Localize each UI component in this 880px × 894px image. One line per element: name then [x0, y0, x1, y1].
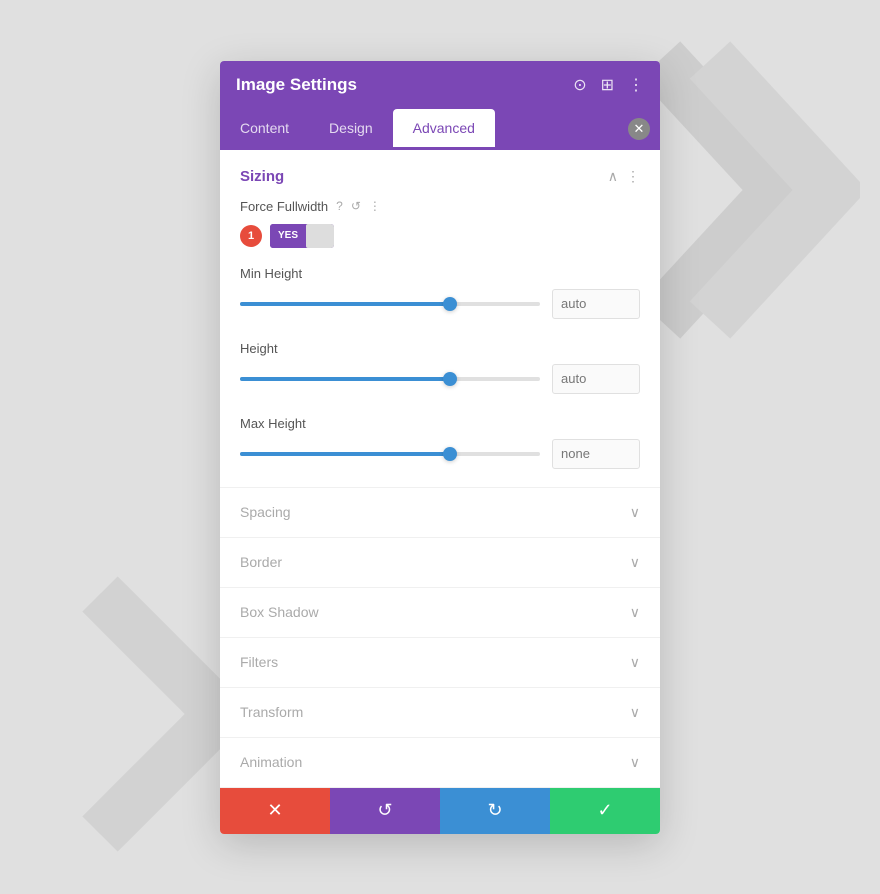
height-label: Height [240, 341, 640, 356]
sizing-header-icons: ∧ ⋮ [608, 168, 640, 185]
cancel-icon: ✕ [267, 800, 282, 821]
height-slider-row: auto [240, 364, 640, 394]
toggle-yes-label: YES [270, 224, 306, 248]
min-height-slider-wrap[interactable] [240, 302, 540, 306]
tab-close-button[interactable]: ✕ [628, 109, 660, 150]
sizing-title: Sizing [240, 168, 284, 185]
height-track [240, 377, 540, 381]
force-fullwidth-label-row: Force Fullwidth ? ↺ ⋮ [240, 199, 640, 214]
force-fullwidth-label: Force Fullwidth [240, 199, 328, 214]
save-button[interactable]: ✓ [550, 788, 660, 834]
min-height-thumb[interactable] [443, 297, 457, 311]
border-chevron-icon: ∨ [630, 554, 640, 571]
field-more-icon[interactable]: ⋮ [369, 199, 381, 213]
layout-icon[interactable]: ⊞ [601, 75, 614, 95]
animation-chevron-icon: ∨ [630, 754, 640, 771]
height-field: Height auto [240, 341, 640, 394]
border-section[interactable]: Border ∨ [220, 538, 660, 588]
modal-title: Image Settings [236, 75, 357, 95]
undo-icon: ↺ [377, 800, 392, 821]
max-height-field: Max Height none [240, 416, 640, 469]
max-height-value[interactable]: none [552, 439, 640, 469]
force-fullwidth-toggle-row: 1 YES [240, 224, 640, 248]
spacing-label: Spacing [240, 504, 291, 520]
step-badge: 1 [240, 225, 262, 247]
transform-chevron-icon: ∨ [630, 704, 640, 721]
reset-icon[interactable]: ↺ [351, 199, 361, 213]
toggle-no-area [306, 224, 334, 248]
tab-advanced[interactable]: Advanced [393, 109, 495, 150]
tab-design[interactable]: Design [309, 109, 393, 150]
image-settings-modal: Image Settings ⊙ ⊞ ⋮ Content Design Adva… [220, 61, 660, 834]
max-height-thumb[interactable] [443, 447, 457, 461]
cancel-button[interactable]: ✕ [220, 788, 330, 834]
spacing-section[interactable]: Spacing ∨ [220, 488, 660, 538]
height-slider-wrap[interactable] [240, 377, 540, 381]
header-icons: ⊙ ⊞ ⋮ [573, 75, 644, 95]
animation-section[interactable]: Animation ∨ [220, 738, 660, 788]
filters-label: Filters [240, 654, 278, 670]
modal-header: Image Settings ⊙ ⊞ ⋮ [220, 61, 660, 109]
max-height-fill [240, 452, 450, 456]
min-height-fill [240, 302, 450, 306]
height-thumb[interactable] [443, 372, 457, 386]
sizing-section-body: Force Fullwidth ? ↺ ⋮ 1 YES Min Height [220, 195, 660, 487]
animation-label: Animation [240, 754, 302, 770]
max-height-slider-wrap[interactable] [240, 452, 540, 456]
filters-section[interactable]: Filters ∨ [220, 638, 660, 688]
transform-section[interactable]: Transform ∨ [220, 688, 660, 738]
height-fill [240, 377, 450, 381]
help-icon[interactable]: ? [336, 199, 343, 213]
close-icon: ✕ [628, 118, 650, 140]
sizing-more-icon[interactable]: ⋮ [626, 168, 640, 185]
min-height-value[interactable]: auto [552, 289, 640, 319]
save-icon: ✓ [597, 800, 612, 821]
undo-button[interactable]: ↺ [330, 788, 440, 834]
more-icon[interactable]: ⋮ [628, 75, 644, 95]
box-shadow-label: Box Shadow [240, 604, 319, 620]
modal-body: Sizing ∧ ⋮ Force Fullwidth ? ↺ ⋮ 1 Y [220, 150, 660, 788]
max-height-track [240, 452, 540, 456]
min-height-slider-row: auto [240, 289, 640, 319]
min-height-field: Min Height auto [240, 266, 640, 319]
filters-chevron-icon: ∨ [630, 654, 640, 671]
border-label: Border [240, 554, 282, 570]
height-value[interactable]: auto [552, 364, 640, 394]
modal-tabs: Content Design Advanced ✕ [220, 109, 660, 150]
force-fullwidth-toggle[interactable]: YES [270, 224, 334, 248]
box-shadow-chevron-icon: ∨ [630, 604, 640, 621]
sizing-section-header: Sizing ∧ ⋮ [220, 150, 660, 195]
min-height-track [240, 302, 540, 306]
collapse-icon[interactable]: ∧ [608, 168, 618, 185]
transform-label: Transform [240, 704, 303, 720]
min-height-label: Min Height [240, 266, 640, 281]
modal-footer: ✕ ↺ ↻ ✓ [220, 788, 660, 834]
sizing-section: Sizing ∧ ⋮ Force Fullwidth ? ↺ ⋮ 1 Y [220, 150, 660, 488]
focus-icon[interactable]: ⊙ [573, 75, 586, 95]
redo-icon: ↻ [487, 800, 502, 821]
spacing-chevron-icon: ∨ [630, 504, 640, 521]
tab-content[interactable]: Content [220, 109, 309, 150]
box-shadow-section[interactable]: Box Shadow ∨ [220, 588, 660, 638]
max-height-slider-row: none [240, 439, 640, 469]
redo-button[interactable]: ↻ [440, 788, 550, 834]
max-height-label: Max Height [240, 416, 640, 431]
